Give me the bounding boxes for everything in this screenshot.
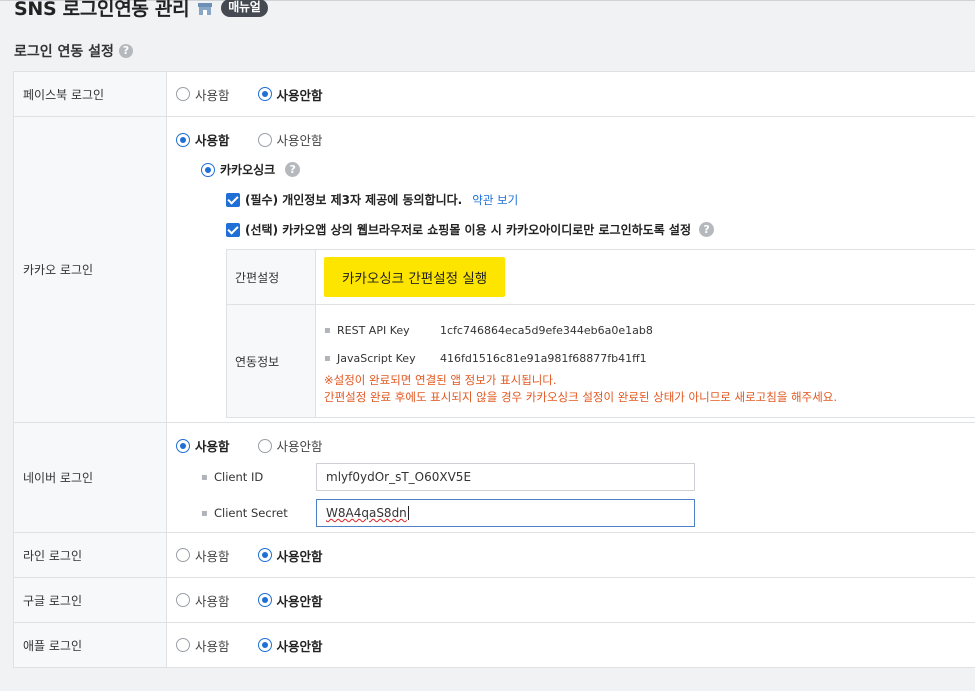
client-id-label: Client ID [214,470,264,484]
rest-api-key-row: ▪ REST API Key 1cfc746864eca5d9efe344eb6… [324,323,653,337]
sync-notice-1: ※설정이 완료되면 연결된 앱 정보가 표시됩니다. [324,373,557,387]
radio-icon[interactable] [176,593,190,607]
facebook-radio-group: 사용함 사용안함 [176,85,975,104]
radio-selected-icon[interactable] [201,162,215,177]
rest-api-key-value: 1cfc746864eca5d9efe344eb6a0e1ab8 [440,323,653,337]
help-icon[interactable]: ? [699,222,715,237]
terms-link[interactable]: 약관 보기 [472,192,518,208]
facebook-label: 페이스북 로그인 [13,71,167,117]
google-radio-group: 사용함 사용안함 [176,591,975,610]
kakao-radio-group: 사용함 사용안함 [176,130,975,149]
kakao-use-option[interactable]: 사용함 [176,130,230,149]
js-key-row: ▪ JavaScript Key 416fd1516c81e91a981f688… [324,351,647,365]
agree-optional-checkbox[interactable] [226,222,240,237]
manual-badge[interactable]: 매뉴얼 [221,0,268,17]
line-radio-group: 사용함 사용안함 [176,546,975,565]
radio-selected-icon[interactable] [257,87,272,101]
radio-icon[interactable] [176,87,190,101]
apple-label: 애플 로그인 [13,622,167,668]
radio-selected-icon[interactable] [257,548,272,562]
line-not-use-option[interactable]: 사용안함 [257,546,323,565]
client-secret-value: W8A4qaS8dn [326,506,407,520]
kakao-sync-option[interactable]: 카카오싱크 ? [201,161,975,178]
client-id-input[interactable]: mlyf0ydOr_sT_O60XV5E [316,463,695,491]
login-settings-table: 페이스북 로그인 사용함 사용안함 카카오 로그인 사용함 사용안함 카카오싱크… [13,71,975,668]
radio-icon[interactable] [257,438,272,453]
section-title: 로그인 연동 설정 ? [14,41,133,61]
kakao-sync-settings: 간편설정 카카오싱크 간편설정 실행 연동정보 ▪ REST API Key 1… [226,249,975,418]
radio-selected-icon[interactable] [176,132,190,147]
agree-optional-row: (선택) 카카오앱 상의 웹브라우저로 쇼핑몰 이용 시 카카오아이디로만 로그… [226,221,975,238]
line-row: 라인 로그인 사용함 사용안함 [13,532,975,578]
naver-row: 네이버 로그인 사용함 사용안함 ▪ Client ID mlyf0ydOr_s… [13,422,975,533]
section-title-text: 로그인 연동 설정 [14,44,114,60]
kakao-sync-setup-button[interactable]: 카카오싱크 간편설정 실행 [324,257,506,297]
client-id-row: ▪ Client ID mlyf0ydOr_sT_O60XV5E [201,459,975,495]
link-info-label: 연동정보 [226,304,316,418]
kakao-label: 카카오 로그인 [13,116,167,423]
client-secret-label: Client Secret [214,506,288,520]
radio-selected-icon[interactable] [176,438,190,453]
line-use-option[interactable]: 사용함 [176,546,230,565]
store-icon[interactable] [197,2,213,16]
radio-selected-icon[interactable] [257,593,272,607]
facebook-use-option[interactable]: 사용함 [176,85,230,104]
help-icon[interactable]: ? [118,44,133,58]
apple-use-option[interactable]: 사용함 [176,636,230,655]
agree-required-text: (필수) 개인정보 제3자 제공에 동의합니다. [245,193,463,207]
apple-not-use-option[interactable]: 사용안함 [257,636,323,655]
rest-api-key-label: REST API Key [337,323,410,337]
facebook-not-use-option[interactable]: 사용안함 [257,85,323,104]
naver-label: 네이버 로그인 [13,422,167,533]
kakao-row: 카카오 로그인 사용함 사용안함 카카오싱크 ? (필수) 개인정보 제3자 제… [13,116,975,423]
page-title: SNS 로그인연동 관리 매뉴얼 [14,0,268,21]
google-row: 구글 로그인 사용함 사용안함 [13,577,975,623]
help-icon[interactable]: ? [285,162,301,177]
apple-row: 애플 로그인 사용함 사용안함 [13,622,975,668]
radio-icon[interactable] [257,132,272,147]
facebook-row: 페이스북 로그인 사용함 사용안함 [13,71,975,117]
apple-radio-group: 사용함 사용안함 [176,636,975,655]
naver-use-option[interactable]: 사용함 [176,436,230,455]
quick-setup-label: 간편설정 [226,249,316,305]
google-use-option[interactable]: 사용함 [176,591,230,610]
google-not-use-option[interactable]: 사용안함 [257,591,323,610]
agree-required-checkbox[interactable] [226,192,240,207]
client-secret-input[interactable]: W8A4qaS8dn [316,499,695,527]
line-label: 라인 로그인 [13,532,167,578]
naver-not-use-option[interactable]: 사용안함 [257,436,323,455]
google-label: 구글 로그인 [13,577,167,623]
kakao-not-use-option[interactable]: 사용안함 [257,130,323,149]
agree-required-row: (필수) 개인정보 제3자 제공에 동의합니다. 약관 보기 [226,191,975,208]
page-title-text: SNS 로그인연동 관리 [14,0,190,20]
naver-radio-group: 사용함 사용안함 [176,436,975,455]
js-key-label: JavaScript Key [337,351,416,365]
radio-selected-icon[interactable] [257,638,272,652]
text-caret [407,506,409,520]
client-secret-row: ▪ Client Secret W8A4qaS8dn [201,495,975,531]
radio-icon[interactable] [176,638,190,652]
radio-icon[interactable] [176,548,190,562]
agree-optional-text: (선택) 카카오앱 상의 웹브라우저로 쇼핑몰 이용 시 카카오아이디로만 로그… [245,223,692,237]
js-key-value: 416fd1516c81e91a981f68877fb41ff1 [440,351,647,365]
sync-notice-2: 간편설정 완료 후에도 표시되지 않을 경우 카카오싱크 설정이 완료된 상태가… [324,390,838,404]
